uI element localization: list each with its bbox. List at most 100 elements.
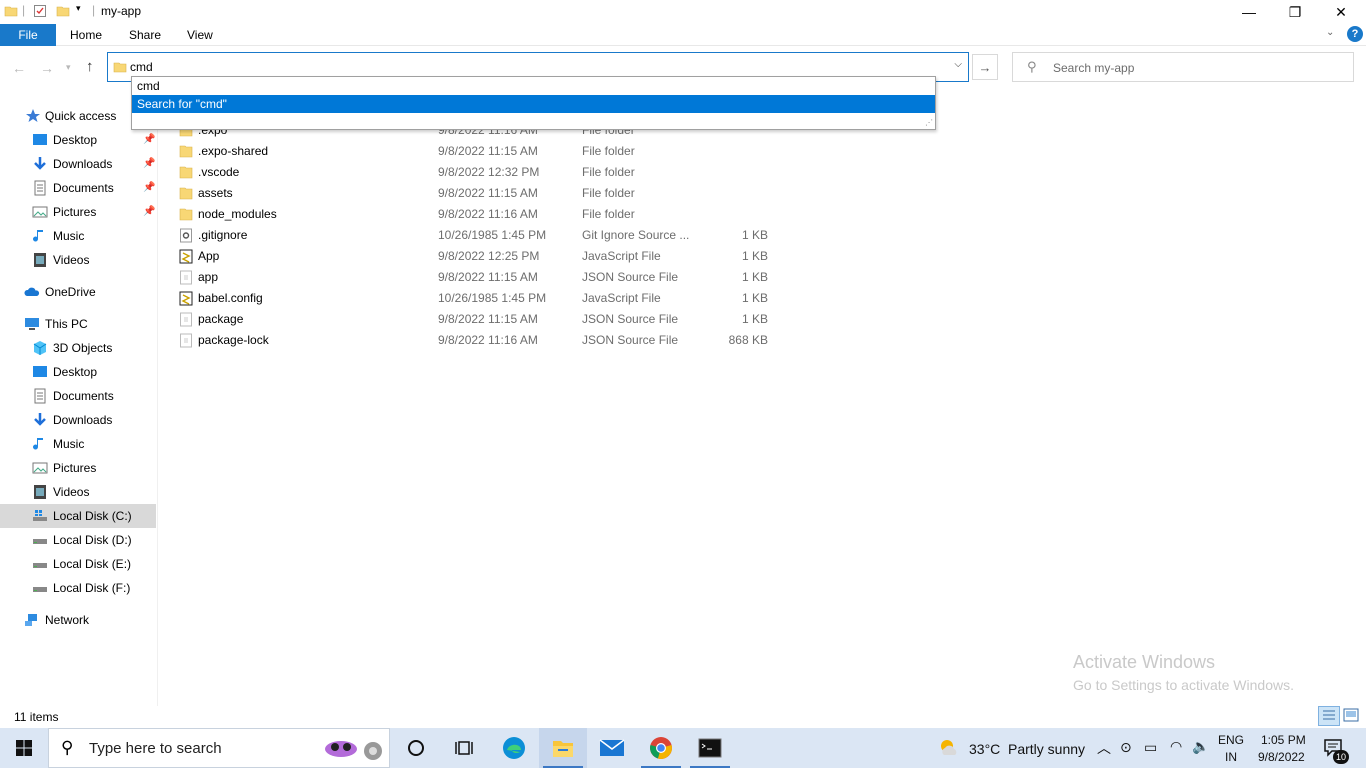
file-row[interactable]: .vscode 9/8/2022 12:32 PM File folder <box>170 162 790 183</box>
go-button[interactable]: → <box>972 54 998 80</box>
pin-icon[interactable]: 📌 <box>143 152 155 176</box>
sidebar-item-pc-downloads[interactable]: Downloads <box>0 408 156 432</box>
music-icon <box>33 438 43 450</box>
recent-locations-icon[interactable]: ▾ <box>66 62 71 73</box>
volume-icon[interactable]: 🔈 <box>1192 738 1209 755</box>
sidebar-item-desktop[interactable]: Desktop 📌 <box>0 128 156 152</box>
battery-icon[interactable]: ▭ <box>1144 739 1157 756</box>
folder-icon <box>4 4 18 21</box>
file-explorer-taskbar-button[interactable] <box>539 728 587 768</box>
sidebar-item-documents[interactable]: Documents 📌 <box>0 176 156 200</box>
sidebar-item-pc-documents[interactable]: Documents <box>0 384 156 408</box>
file-row[interactable]: .expo-shared 9/8/2022 11:15 AM File folder <box>170 141 790 162</box>
meet-now-icon[interactable]: ⊙ <box>1120 739 1132 756</box>
file-date: 9/8/2022 11:16 AM <box>438 207 538 221</box>
file-row[interactable]: babel.config 10/26/1985 1:45 PM JavaScript… <box>170 288 790 309</box>
pin-icon[interactable]: 📌 <box>143 176 155 200</box>
file-date: 9/8/2022 12:25 PM <box>438 249 540 263</box>
clock-date[interactable]: 9/8/2022 <box>1258 750 1305 764</box>
sidebar-item-pc-videos[interactable]: Videos <box>0 480 156 504</box>
clock-time[interactable]: 1:05 PM <box>1261 733 1306 747</box>
file-row[interactable]: node_modules 9/8/2022 11:16 AM File folder <box>170 204 790 225</box>
cortana-button[interactable] <box>392 728 440 768</box>
json-file-icon <box>179 270 193 285</box>
tab-file[interactable]: File <box>0 24 56 46</box>
chevron-up-icon[interactable]: ︿ <box>1097 738 1111 758</box>
file-size: 1 KB <box>741 312 768 326</box>
chevron-down-icon[interactable]: ⌵ <box>954 59 962 70</box>
sidebar-item-local-disk-d[interactable]: Local Disk (D:) <box>0 528 156 552</box>
customize-toolbar-icon[interactable]: ▾ <box>76 3 81 14</box>
sidebar-item-this-pc[interactable]: This PC <box>0 312 156 336</box>
autocomplete-item-search[interactable]: Search for "cmd" <box>132 95 935 113</box>
taskbar-search[interactable]: ⚲ Type here to search <box>48 728 390 768</box>
sidebar-item-downloads[interactable]: Downloads 📌 <box>0 152 156 176</box>
resize-grip-icon[interactable]: ⋰ <box>925 118 933 127</box>
file-row[interactable]: .gitignore 10/26/1985 1:45 PM Git Ignore S… <box>170 225 790 246</box>
sidebar-item-pc-pictures[interactable]: Pictures <box>0 456 156 480</box>
tab-share[interactable]: Share <box>115 24 175 46</box>
sidebar-item-local-disk-c[interactable]: Local Disk (C:) <box>0 504 156 528</box>
sidebar-item-network[interactable]: Network <box>0 608 156 632</box>
sidebar-item-music[interactable]: Music <box>0 224 156 248</box>
minimize-button[interactable]: — <box>1226 0 1272 24</box>
file-name: App <box>198 249 220 263</box>
properties-icon[interactable] <box>33 4 47 21</box>
edge-taskbar-button[interactable] <box>490 728 538 768</box>
pin-icon[interactable]: 📌 <box>143 128 155 152</box>
up-icon[interactable]: ↑ <box>86 58 94 75</box>
file-type: Git Ignore Source ... <box>582 228 690 242</box>
tab-view[interactable]: View <box>173 24 227 46</box>
sidebar-item-pc-desktop[interactable]: Desktop <box>0 360 156 384</box>
language-code[interactable]: ENG <box>1218 733 1244 747</box>
sidebar-item-pictures[interactable]: Pictures 📌 <box>0 200 156 224</box>
start-button[interactable] <box>0 728 48 768</box>
file-row[interactable]: app 9/8/2022 11:15 AM JSON Source File 1 KB <box>170 267 790 288</box>
maximize-button[interactable]: ❐ <box>1272 0 1318 24</box>
file-row[interactable]: assets 9/8/2022 11:15 AM File folder <box>170 183 790 204</box>
search-highlight-icon[interactable] <box>321 733 385 768</box>
gear-file-icon <box>179 228 193 243</box>
file-row[interactable]: App 9/8/2022 12:25 PM JavaScript File 1 KB <box>170 246 790 267</box>
file-row[interactable]: package 9/8/2022 11:15 AM JSON Source File… <box>170 309 790 330</box>
weather-temp[interactable]: 33°C <box>969 741 1000 757</box>
large-icons-view-icon[interactable] <box>1343 708 1359 725</box>
sidebar-item-onedrive[interactable]: OneDrive <box>0 280 156 304</box>
autocomplete-item[interactable]: cmd <box>132 77 935 95</box>
file-type: JSON Source File <box>582 270 679 284</box>
sidebar-item-local-disk-e[interactable]: Local Disk (E:) <box>0 552 156 576</box>
file-row[interactable]: package-lock 9/8/2022 11:16 AM JSON Source… <box>170 330 790 351</box>
weather-text[interactable]: Partly sunny <box>1008 741 1085 757</box>
close-button[interactable]: ✕ <box>1318 0 1364 24</box>
wifi-icon[interactable]: ◠ <box>1170 738 1182 755</box>
mail-taskbar-button[interactable] <box>588 728 636 768</box>
sidebar-item-3d-objects[interactable]: 3D Objects <box>0 336 156 360</box>
address-input[interactable] <box>130 58 930 76</box>
sidebar-item-pc-music[interactable]: Music <box>0 432 156 456</box>
back-icon[interactable]: ← <box>12 60 26 76</box>
details-view-icon[interactable] <box>1318 706 1340 726</box>
expand-ribbon-icon[interactable]: ⌄ <box>1326 27 1334 38</box>
chrome-taskbar-button[interactable] <box>637 728 685 768</box>
videos-icon <box>34 253 46 267</box>
cloud-icon <box>24 287 40 296</box>
help-icon[interactable]: ? <box>1347 26 1363 42</box>
language-region[interactable]: IN <box>1225 750 1237 764</box>
sidebar-item-videos[interactable]: Videos <box>0 248 156 272</box>
weather-icon[interactable] <box>938 737 962 762</box>
sidebar-item-label: Videos <box>53 253 90 267</box>
sidebar-item-label: Downloads <box>53 413 113 427</box>
file-date: 9/8/2022 11:15 AM <box>438 312 538 326</box>
forward-icon[interactable]: → <box>40 60 54 76</box>
new-folder-icon[interactable] <box>56 4 70 21</box>
tab-home[interactable]: Home <box>56 24 116 46</box>
task-view-button[interactable] <box>440 728 488 768</box>
search-box[interactable]: ⚲ <box>1012 52 1354 82</box>
search-input[interactable] <box>1053 59 1343 77</box>
download-icon <box>34 157 46 170</box>
cmd-taskbar-button[interactable] <box>686 728 734 768</box>
network-icon <box>25 614 37 626</box>
taskbar-search-label: Type here to search <box>89 740 222 757</box>
sidebar-item-local-disk-f[interactable]: Local Disk (F:) <box>0 576 156 600</box>
pin-icon[interactable]: 📌 <box>143 200 155 224</box>
